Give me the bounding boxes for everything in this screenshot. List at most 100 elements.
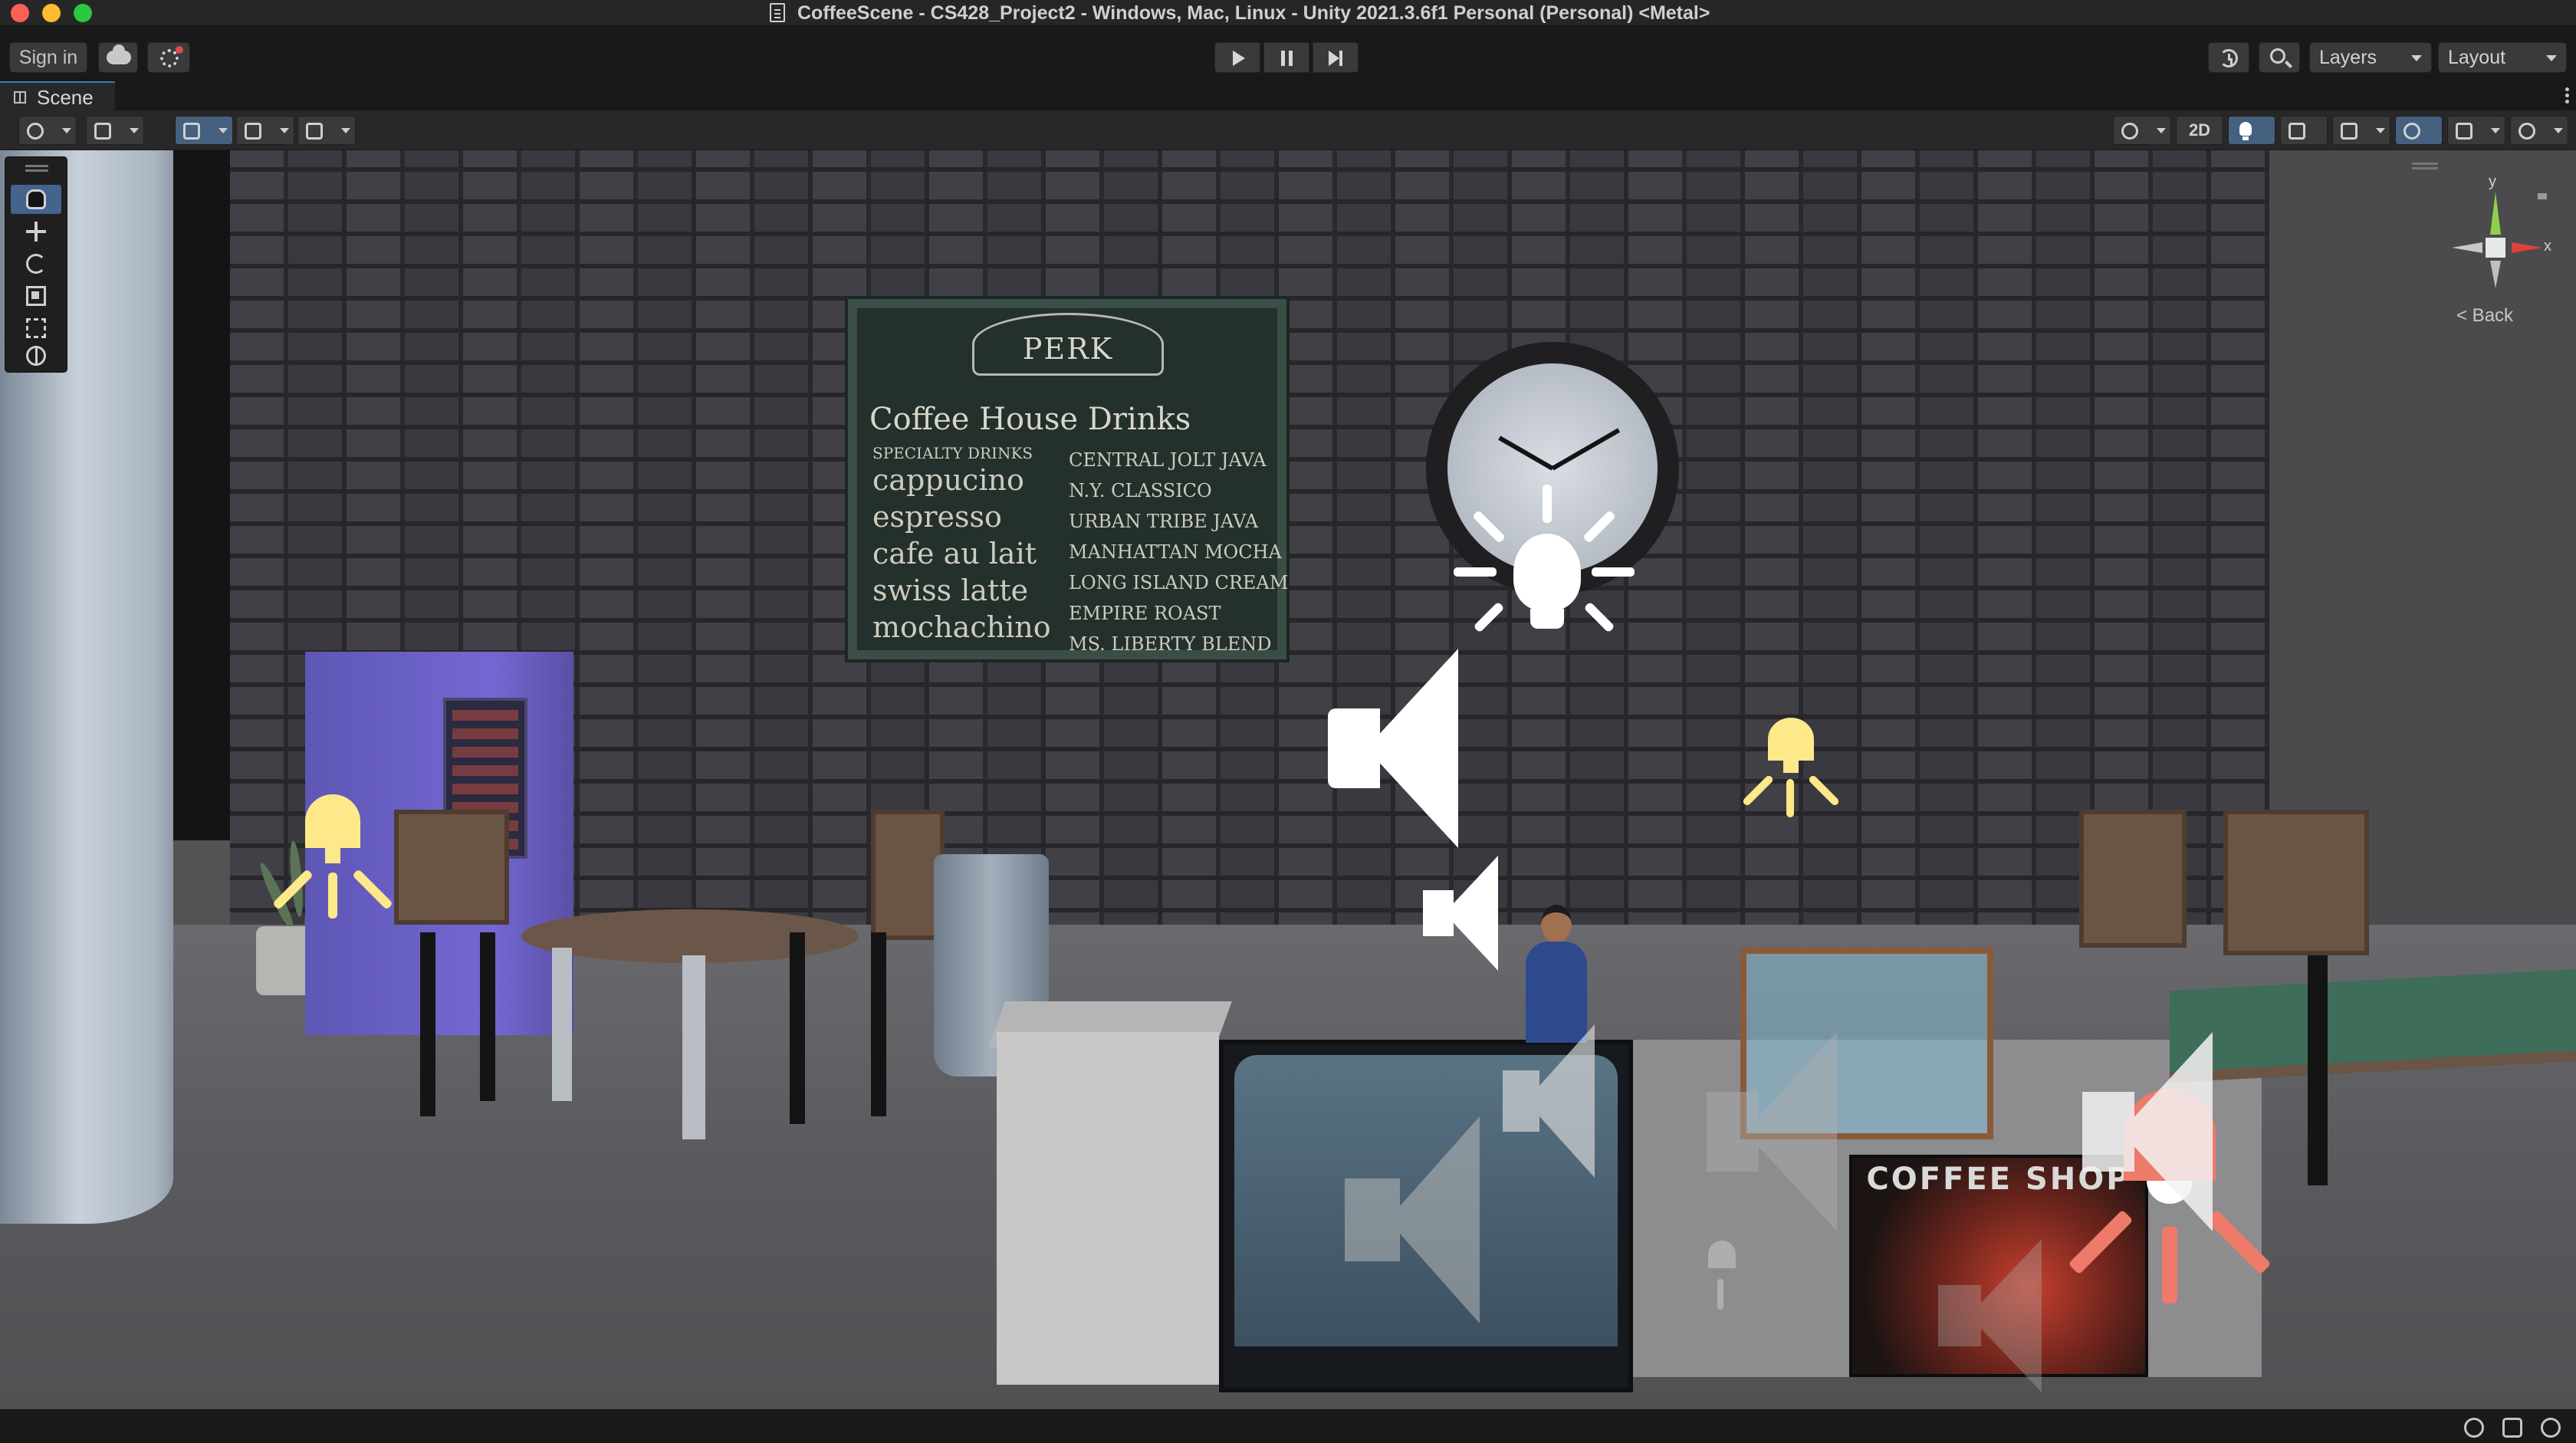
menu-item: EMPIRE ROAST: [1069, 603, 1221, 624]
light-gizmo-icon[interactable]: [265, 794, 400, 978]
barista-character[interactable]: [1518, 905, 1595, 1043]
search-button[interactable]: [2259, 42, 2300, 73]
pause-icon: [1281, 51, 1285, 66]
view-tool-button[interactable]: [11, 185, 61, 214]
tab-options-menu-icon[interactable]: [2564, 86, 2570, 106]
cloud-button[interactable]: [98, 42, 138, 73]
tool-handle-dropdown[interactable]: [18, 116, 77, 145]
effects-dropdown[interactable]: [2332, 116, 2390, 145]
light-ray: [1543, 485, 1552, 523]
search-icon: [2270, 48, 2285, 64]
menu-item: LONG ISLAND CREAM: [1069, 572, 1289, 593]
audio-source-speaker-icon[interactable]: [1938, 1239, 2045, 1392]
collab-gear-icon: [160, 46, 183, 67]
scene-visibility-toggle[interactable]: [2395, 116, 2443, 145]
table-leg: [552, 948, 572, 1101]
audio-source-speaker-icon[interactable]: [1503, 1024, 1595, 1178]
dark-doorway: [173, 150, 230, 840]
audio-toggle-button[interactable]: [2280, 116, 2328, 145]
rotate-tool-button[interactable]: [11, 249, 61, 278]
menu-item: swiss latte: [872, 574, 1029, 607]
toggle-2d-button[interactable]: 2D: [2176, 116, 2223, 145]
play-button[interactable]: [1214, 42, 1260, 73]
main-toolbar: Sign in Layers Layout: [0, 34, 2576, 81]
light-gizmo-icon[interactable]: [1737, 718, 1845, 825]
audio-source-speaker-icon[interactable]: [1423, 856, 1500, 971]
tab-bar: Scene: [0, 81, 2576, 110]
point-light-bulb-icon[interactable]: [1454, 485, 1635, 661]
gizmo-x-axis[interactable]: [2512, 242, 2542, 253]
menu-item: N.Y. CLASSICO: [1069, 480, 1212, 501]
status-bar: [0, 1409, 2576, 1443]
light-base: [1783, 761, 1799, 773]
gizmo-center-cube[interactable]: [2486, 238, 2505, 258]
gizmo-negative-y-axis[interactable]: [2490, 261, 2501, 288]
step-button[interactable]: [1313, 42, 1359, 73]
layers-dropdown[interactable]: Layers: [2309, 42, 2432, 73]
light-ray: [2206, 1209, 2272, 1275]
increment-snapping-dropdown[interactable]: [297, 116, 356, 145]
chair[interactable]: [2223, 810, 2369, 955]
audio-source-speaker-icon[interactable]: [2082, 1032, 2213, 1231]
close-window-button[interactable]: [11, 4, 29, 22]
speaker-cone: [1444, 856, 1498, 971]
menu-item: cappucino: [872, 463, 1024, 497]
cloud-icon: [107, 44, 131, 64]
gizmos-dropdown[interactable]: [2510, 116, 2568, 145]
zoom-window-button[interactable]: [74, 4, 92, 22]
light-base: [325, 848, 340, 863]
transform-tool-button[interactable]: [11, 341, 61, 370]
pause-button[interactable]: [1263, 42, 1309, 73]
light-ray: [1454, 567, 1497, 577]
tab-scene-label: Scene: [37, 86, 94, 109]
bulb-head: [1513, 534, 1581, 610]
lighting-toggle-button[interactable]: [2228, 116, 2275, 145]
camera-settings-dropdown[interactable]: [2447, 116, 2505, 145]
gizmo-drag-handle[interactable]: [2412, 163, 2438, 165]
check-circle-icon[interactable]: [2541, 1418, 2561, 1438]
menu-item: URBAN TRIBE JAVA: [1069, 511, 1259, 532]
rect-tool-button[interactable]: [11, 314, 61, 343]
chair-leg: [2308, 955, 2328, 1185]
gizmo-negative-x-axis[interactable]: [2452, 242, 2482, 253]
audio-source-speaker-icon[interactable]: [1328, 649, 1458, 848]
cache-server-icon[interactable]: [2502, 1418, 2522, 1438]
undo-history-button[interactable]: [2208, 42, 2249, 73]
collab-button[interactable]: [147, 42, 190, 73]
chair-leg: [420, 932, 435, 1116]
gizmo-y-axis[interactable]: [2490, 192, 2501, 235]
grid-visibility-dropdown[interactable]: [175, 116, 233, 145]
gizmo-back-label[interactable]: < Back: [2456, 305, 2513, 327]
chair[interactable]: [394, 810, 509, 925]
global-local-dropdown[interactable]: [86, 116, 144, 145]
scene-orientation-gizmo[interactable]: y x < Back: [2438, 164, 2553, 326]
menu-board[interactable]: PERK Coffee House Drinks SPECIALTY DRINK…: [848, 299, 1289, 659]
speaker-cone: [1745, 1032, 1837, 1231]
grid-snapping-dropdown[interactable]: [236, 116, 294, 145]
menu-item: cafe au lait: [872, 537, 1037, 570]
scene-viewport[interactable]: PERK Coffee House Drinks SPECIALTY DRINK…: [0, 150, 2576, 1409]
palette-grip-handle[interactable]: [25, 165, 48, 167]
scale-tool-button[interactable]: [11, 281, 61, 311]
gizmo-z-axis[interactable]: [2538, 193, 2547, 199]
audio-source-speaker-icon[interactable]: [1345, 1116, 1483, 1323]
bug-icon[interactable]: [2464, 1418, 2484, 1438]
move-tool-button[interactable]: [11, 217, 61, 246]
light-gizmo-icon[interactable]: [1685, 1241, 1757, 1317]
chevron-down-icon: [2491, 128, 2500, 133]
speaker-cone: [1388, 1116, 1480, 1323]
minimize-window-button[interactable]: [42, 4, 61, 22]
play-icon: [1233, 51, 1245, 66]
counter-left[interactable]: [997, 1032, 1219, 1385]
tab-scene[interactable]: Scene: [0, 81, 115, 110]
menu-board-right-column: CENTRAL JOLT JAVA N.Y. CLASSICO URBAN TR…: [1069, 445, 1289, 659]
draw-mode-dropdown[interactable]: [2113, 116, 2171, 145]
sign-in-button[interactable]: Sign in: [9, 42, 87, 73]
camera-icon: [2456, 123, 2472, 140]
audio-source-speaker-icon[interactable]: [1707, 1032, 1837, 1231]
shading-sphere-icon: [2121, 123, 2138, 140]
menu-item: espresso: [872, 500, 1002, 534]
ruler-icon: [306, 123, 323, 140]
chair[interactable]: [2079, 810, 2187, 948]
layout-dropdown[interactable]: Layout: [2438, 42, 2567, 73]
